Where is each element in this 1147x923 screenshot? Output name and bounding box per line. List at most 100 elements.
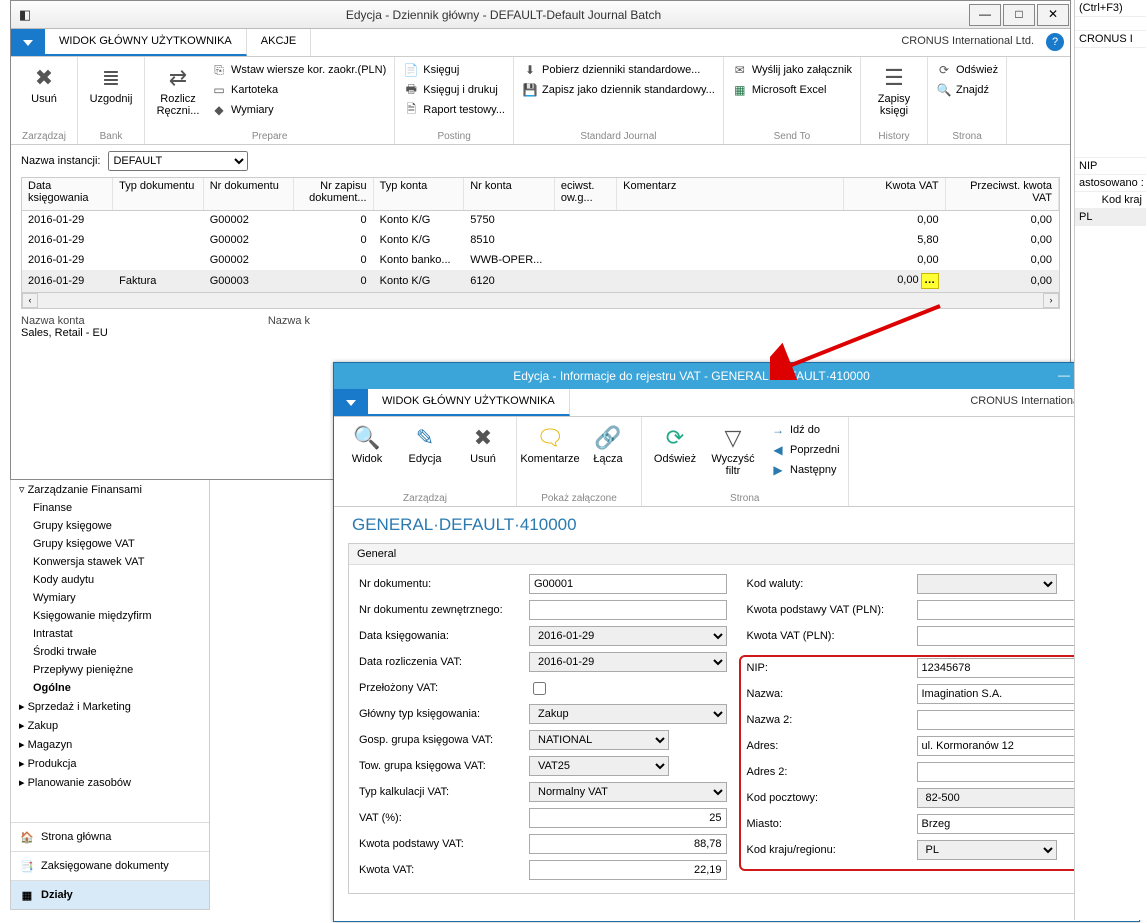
nav-item[interactable]: Grupy księgowe VAT [11,535,209,553]
vat-base-field[interactable] [529,834,727,854]
send-attachment-button[interactable]: ✉Wyślij jako załącznik [730,61,854,79]
scroll-right-button[interactable]: › [1043,293,1059,308]
nav-item[interactable]: Księgowanie międzyfirm [11,607,209,625]
close-button[interactable]: ✕ [1037,4,1069,26]
vat-pct-field[interactable] [529,808,727,828]
nav-item[interactable]: Środki trwałe [11,643,209,661]
post-print-button[interactable]: 🖶Księguj i drukuj [401,81,507,99]
batch-select[interactable]: DEFAULT [108,151,248,171]
get-std-journal-button[interactable]: ⬇Pobierz dzienniki standardowe... [520,61,717,79]
card-button[interactable]: ▭Kartoteka [209,81,388,99]
maximize-button[interactable]: □ [1003,4,1035,26]
nav-item[interactable]: Grupy księgowe [11,517,209,535]
vat-goto-button[interactable]: →Idź do [768,421,842,439]
insert-rounding-button[interactable]: ⎘Wstaw wiersze kor. zaokr.(PLN) [209,61,388,79]
vat-tab-home[interactable]: WIDOK GŁÓWNY UŻYTKOWNIKA [368,389,570,416]
col-posting-date[interactable]: Data księgowania [22,178,113,210]
col-acc-no[interactable]: Nr konta [464,178,555,210]
vat-prod-group-field[interactable]: VAT25 [529,756,669,776]
vat-clear-filter-button[interactable]: ▽Wyczyść filtr [706,421,760,491]
nav-item[interactable]: ▸ Zakup [11,716,209,735]
delete-button[interactable]: ✖Usuń [17,61,71,129]
batch-row: Nazwa instancji: DEFAULT [11,145,1070,177]
refresh-button[interactable]: ⟳Odśwież [934,61,1000,79]
vat-edit-button[interactable]: ✎Edycja [398,421,452,491]
doc-no-field[interactable] [529,574,727,594]
apply-manual-button[interactable]: ⇄Rozlicz Ręczni... [151,61,205,129]
nav-root[interactable]: ▿ Zarządzanie Finansami [11,480,209,499]
general-panel: General˄ Nr dokumentu: Nr dokumentu zewn… [348,543,1125,894]
acc-name-value: Sales, Retail - EU [21,327,108,339]
nav-item[interactable]: Konwersja stawek VAT [11,553,209,571]
nav-posted-docs[interactable]: 📑Zaksięgowane dokumenty [11,851,209,880]
highlight-box [739,655,1125,871]
cell-lookup-button[interactable]: … [921,273,939,289]
file-menu-button[interactable] [11,29,45,56]
attachment-icon: ✉ [732,62,748,78]
reconcile-button[interactable]: ≣Uzgodnij [84,61,138,129]
col-entry-no[interactable]: Nr zapisu dokument... [294,178,373,210]
tab-actions[interactable]: AKCJE [247,29,311,56]
table-row[interactable]: 2016-01-29G000020Konto K/G57500,000,00 [22,210,1059,230]
col-acc-type[interactable]: Typ konta [373,178,464,210]
col-comment[interactable]: Komentarz [617,178,844,210]
nav-item[interactable]: Finanse [11,499,209,517]
nav-item[interactable]: ▸ Magazyn [11,735,209,754]
notes-icon: 🗨 [535,423,565,453]
nav-item[interactable]: Ogólne [11,679,209,697]
currency-field[interactable] [917,574,1057,594]
test-report-button[interactable]: 🗎Raport testowy... [401,101,507,119]
excel-icon: ▦ [732,82,748,98]
find-button[interactable]: 🔍Znajdź [934,81,1000,99]
minimize-button[interactable]: — [969,4,1001,26]
col-bal-vat-amount[interactable]: Przeciwst. kwota VAT [945,178,1058,210]
vat-date-field[interactable]: 2016-01-29 [529,652,727,672]
gen-posting-type-field[interactable]: Zakup [529,704,727,724]
sliver-nip: NIP [1075,158,1146,175]
post-button[interactable]: 📄Księguj [401,61,507,79]
posting-date-field[interactable]: 2016-01-29 [529,626,727,646]
postponed-vat-checkbox[interactable] [533,682,546,695]
table-row[interactable]: 2016-01-29G000020Konto banko...WWB-OPER.… [22,250,1059,270]
vat-amount-field[interactable] [529,860,727,880]
vat-titlebar: Edycja - Informacje do rejestru VAT - GE… [334,363,1139,389]
vat-file-menu-button[interactable] [334,389,368,416]
post-print-icon: 🖶 [403,82,419,98]
vat-bus-group-field[interactable]: NATIONAL [529,730,669,750]
ledger-entries-button[interactable]: ☰Zapisy księgi [867,61,921,129]
dimensions-button[interactable]: ◆Wymiary [209,101,388,119]
ext-doc-no-field[interactable] [529,600,727,620]
vat-view-button[interactable]: 🔍Widok [340,421,394,491]
grid-scrollbar[interactable]: ‹ › [22,292,1059,308]
nav-home[interactable]: 🏠Strona główna [11,822,209,851]
save-std-journal-button[interactable]: 💾Zapisz jako dziennik standardowy... [520,81,717,99]
vat-calc-type-field[interactable]: Normalny VAT [529,782,727,802]
save-icon: 💾 [522,82,538,98]
vat-refresh-button[interactable]: ⟳Odśwież [648,421,702,491]
vat-delete-button[interactable]: ✖Usuń [456,421,510,491]
nav-item[interactable]: ▸ Planowanie zasobów [11,773,209,792]
tab-home[interactable]: WIDOK GŁÓWNY UŻYTKOWNIKA [45,29,247,56]
vat-prev-button[interactable]: ◀Poprzedni [768,441,842,459]
table-row[interactable]: 2016-01-29FakturaG000030Konto K/G61200,0… [22,270,1059,292]
vat-next-button[interactable]: ▶Następny [768,461,842,479]
vat-notes-button[interactable]: 🗨Komentarze [523,421,577,491]
excel-button[interactable]: ▦Microsoft Excel [730,81,854,99]
nav-item[interactable]: Wymiary [11,589,209,607]
col-vat-amount[interactable]: Kwota VAT [843,178,945,210]
table-row[interactable]: 2016-01-29G000020Konto K/G85105,800,00 [22,230,1059,250]
nav-item[interactable]: Intrastat [11,625,209,643]
journal-grid[interactable]: Data księgowania Typ dokumentu Nr dokume… [21,177,1060,309]
scroll-left-button[interactable]: ‹ [22,293,38,308]
col-doc-no[interactable]: Nr dokumentu [203,178,294,210]
help-icon[interactable]: ? [1046,33,1064,51]
nav-item[interactable]: ▸ Produkcja [11,754,209,773]
col-doc-type[interactable]: Typ dokumentu [113,178,204,210]
nav-departments[interactable]: ▦Działy [11,880,209,909]
rounding-icon: ⎘ [211,62,227,78]
nav-item[interactable]: ▸ Sprzedaż i Marketing [11,697,209,716]
nav-item[interactable]: Przepływy pieniężne [11,661,209,679]
vat-links-button[interactable]: 🔗Łącza [581,421,635,491]
col-bal-group[interactable]: eciwst. ow.g... [554,178,616,210]
nav-item[interactable]: Kody audytu [11,571,209,589]
